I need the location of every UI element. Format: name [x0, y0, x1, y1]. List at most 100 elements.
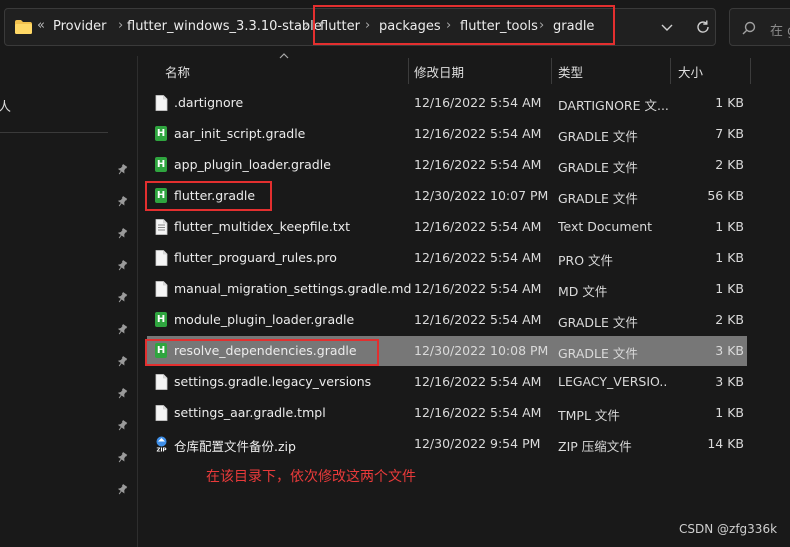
file-name: 仓库配置文件备份.zip	[174, 439, 296, 454]
file-type: GRADLE 文件	[558, 346, 638, 361]
search-box[interactable]: 在 g	[729, 8, 790, 46]
file-date-modified: 12/16/2022 5:54 AM	[414, 374, 542, 389]
file-date-modified: 12/30/2022 10:08 PM	[414, 343, 549, 358]
nav-item-label[interactable]: 人	[0, 96, 11, 115]
file-date-modified: 12/16/2022 5:54 AM	[414, 126, 542, 141]
document-icon	[155, 405, 168, 421]
file-size: 1 KB	[715, 219, 744, 234]
file-row[interactable]: flutter_multidex_keepfile.txt 12/16/2022 …	[147, 212, 747, 242]
file-row[interactable]: Haar_init_script.gradle 12/16/2022 5:54 A…	[147, 119, 747, 149]
breadcrumb-flutter-windows[interactable]: flutter_windows_3.3.10-stable	[127, 19, 322, 34]
file-size: 2 KB	[715, 312, 744, 327]
file-name: manual_migration_settings.gradle.md	[174, 281, 412, 296]
file-name: aar_init_script.gradle	[174, 126, 306, 141]
file-name: flutter_multidex_keepfile.txt	[174, 219, 350, 234]
search-placeholder: 在 g	[770, 24, 790, 39]
pin-icon[interactable]	[116, 164, 128, 176]
gradle-icon: H	[155, 157, 167, 172]
file-size: 3 KB	[715, 374, 744, 389]
column-header-size[interactable]: 大小	[678, 62, 703, 81]
file-type: GRADLE 文件	[558, 191, 638, 206]
file-name: settings.gradle.legacy_versions	[174, 374, 372, 389]
file-size: 1 KB	[715, 405, 744, 420]
text-document-icon	[155, 219, 168, 235]
column-divider[interactable]	[408, 58, 409, 84]
file-type: DARTIGNORE 文...	[558, 98, 668, 113]
breadcrumb-provider[interactable]: Provider	[53, 19, 107, 34]
file-type: MD 文件	[558, 284, 608, 299]
file-type: GRADLE 文件	[558, 315, 638, 330]
file-type: TMPL 文件	[558, 408, 620, 423]
gradle-icon: H	[155, 126, 167, 141]
column-divider[interactable]	[551, 58, 552, 84]
column-header-type[interactable]: 类型	[558, 62, 583, 81]
file-highlight-box	[145, 339, 379, 366]
document-icon	[155, 95, 168, 111]
file-date-modified: 12/16/2022 5:54 AM	[414, 157, 542, 172]
file-row[interactable]: flutter_proguard_rules.pro 12/16/2022 5:5…	[147, 243, 747, 273]
file-name: .dartignore	[174, 95, 244, 110]
file-name: module_plugin_loader.gradle	[174, 312, 355, 327]
pin-icon[interactable]	[116, 452, 128, 464]
nav-divider	[0, 132, 108, 133]
file-type: Text Document	[558, 219, 653, 234]
file-date-modified: 12/16/2022 5:54 AM	[414, 281, 542, 296]
pin-icon[interactable]	[116, 292, 128, 304]
file-name: flutter_proguard_rules.pro	[174, 250, 337, 265]
folder-icon	[15, 20, 32, 34]
file-name: settings_aar.gradle.tmpl	[174, 405, 326, 420]
pin-icon[interactable]	[116, 260, 128, 272]
file-date-modified: 12/16/2022 5:54 AM	[414, 312, 542, 327]
file-size: 1 KB	[715, 95, 744, 110]
file-date-modified: 12/16/2022 5:54 AM	[414, 95, 542, 110]
file-size: 7 KB	[715, 126, 744, 141]
file-date-modified: 12/16/2022 5:54 AM	[414, 219, 542, 234]
pin-icon[interactable]	[116, 420, 128, 432]
file-type: LEGACY_VERSIO...	[558, 374, 668, 389]
column-divider[interactable]	[750, 58, 751, 84]
file-size: 1 KB	[715, 281, 744, 296]
file-row[interactable]: settings_aar.gradle.tmpl 12/16/2022 5:54 …	[147, 398, 747, 428]
refresh-icon[interactable]	[695, 19, 711, 35]
column-header-date[interactable]: 修改日期	[414, 62, 464, 81]
chevron-right-icon[interactable]: ›	[304, 18, 309, 33]
file-size: 3 KB	[715, 343, 744, 358]
file-row[interactable]: manual_migration_settings.gradle.md 12/16…	[147, 274, 747, 304]
file-type: PRO 文件	[558, 253, 614, 268]
chevron-down-icon[interactable]	[660, 20, 674, 34]
gradle-icon: H	[155, 312, 167, 327]
pin-icon[interactable]	[116, 228, 128, 240]
zip-archive-icon: ZIP	[156, 436, 167, 452]
sort-ascending-icon	[279, 53, 289, 59]
file-type: ZIP 压缩文件	[558, 439, 632, 454]
pin-icon[interactable]	[116, 196, 128, 208]
pin-icon[interactable]	[116, 388, 128, 400]
file-size: 56 KB	[707, 188, 744, 203]
file-highlight-box	[145, 181, 272, 211]
file-row[interactable]: settings.gradle.legacy_versions 12/16/202…	[147, 367, 747, 397]
file-size: 2 KB	[715, 157, 744, 172]
column-divider[interactable]	[670, 58, 671, 84]
file-type: GRADLE 文件	[558, 160, 638, 175]
file-row[interactable]: Hmodule_plugin_loader.gradle 12/16/2022 5…	[147, 305, 747, 335]
pin-icon[interactable]	[116, 324, 128, 336]
column-header-name[interactable]: 名称	[165, 62, 190, 81]
watermark: CSDN @zfg336k	[679, 522, 778, 536]
chevron-right-icon[interactable]: ›	[118, 18, 123, 33]
file-size: 1 KB	[715, 250, 744, 265]
file-date-modified: 12/30/2022 10:07 PM	[414, 188, 549, 203]
pin-icon[interactable]	[116, 356, 128, 368]
search-icon	[742, 21, 756, 35]
breadcrumb-overflow-button[interactable]: «	[37, 18, 45, 33]
pin-icon[interactable]	[116, 484, 128, 496]
file-row[interactable]: Happ_plugin_loader.gradle 12/16/2022 5:54…	[147, 150, 747, 180]
document-icon	[155, 281, 168, 297]
path-highlight-box	[313, 5, 615, 45]
pane-splitter[interactable]	[137, 56, 138, 547]
file-date-modified: 12/16/2022 5:54 AM	[414, 405, 542, 420]
file-row[interactable]: ZIP 仓库配置文件备份.zip 12/30/2022 9:54 PM ZIP 压缩文…	[147, 429, 747, 459]
file-date-modified: 12/30/2022 9:54 PM	[414, 436, 541, 451]
file-row[interactable]: .dartignore 12/16/2022 5:54 AM DARTIGNORE …	[147, 88, 747, 118]
file-name: app_plugin_loader.gradle	[174, 157, 331, 172]
file-size: 14 KB	[707, 436, 744, 451]
